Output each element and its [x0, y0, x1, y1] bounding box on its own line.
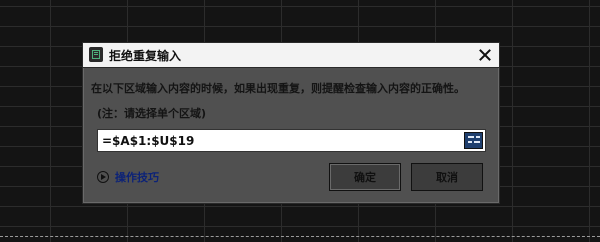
- ok-button[interactable]: 确定: [329, 163, 401, 191]
- dialog-note: (注：请选择单个区域): [97, 107, 207, 120]
- cancel-button[interactable]: 取消: [411, 163, 483, 191]
- dialog-description: 在以下区域输入内容的时候，如果出现重复，则提醒检查输入内容的正确性。: [91, 82, 465, 95]
- range-select-icon: [468, 136, 474, 138]
- close-button[interactable]: [475, 45, 495, 65]
- reject-duplicate-input-dialog: 拒绝重复输入 在以下区域输入内容的时候，如果出现重复，则提醒检查输入内容的正确性…: [82, 42, 500, 204]
- range-field: [97, 129, 486, 152]
- operation-tips-link[interactable]: 操作技巧: [97, 169, 159, 185]
- spreadsheet-app-icon: [89, 47, 103, 62]
- close-icon: [479, 49, 491, 61]
- selection-marquee: [0, 236, 600, 237]
- dialog-title: 拒绝重复输入: [109, 49, 182, 63]
- play-circle-icon: [97, 171, 109, 183]
- range-input[interactable]: [98, 130, 458, 151]
- range-picker-button[interactable]: [464, 132, 483, 149]
- dialog-titlebar: 拒绝重复输入: [83, 43, 499, 68]
- operation-tips-label: 操作技巧: [115, 171, 159, 184]
